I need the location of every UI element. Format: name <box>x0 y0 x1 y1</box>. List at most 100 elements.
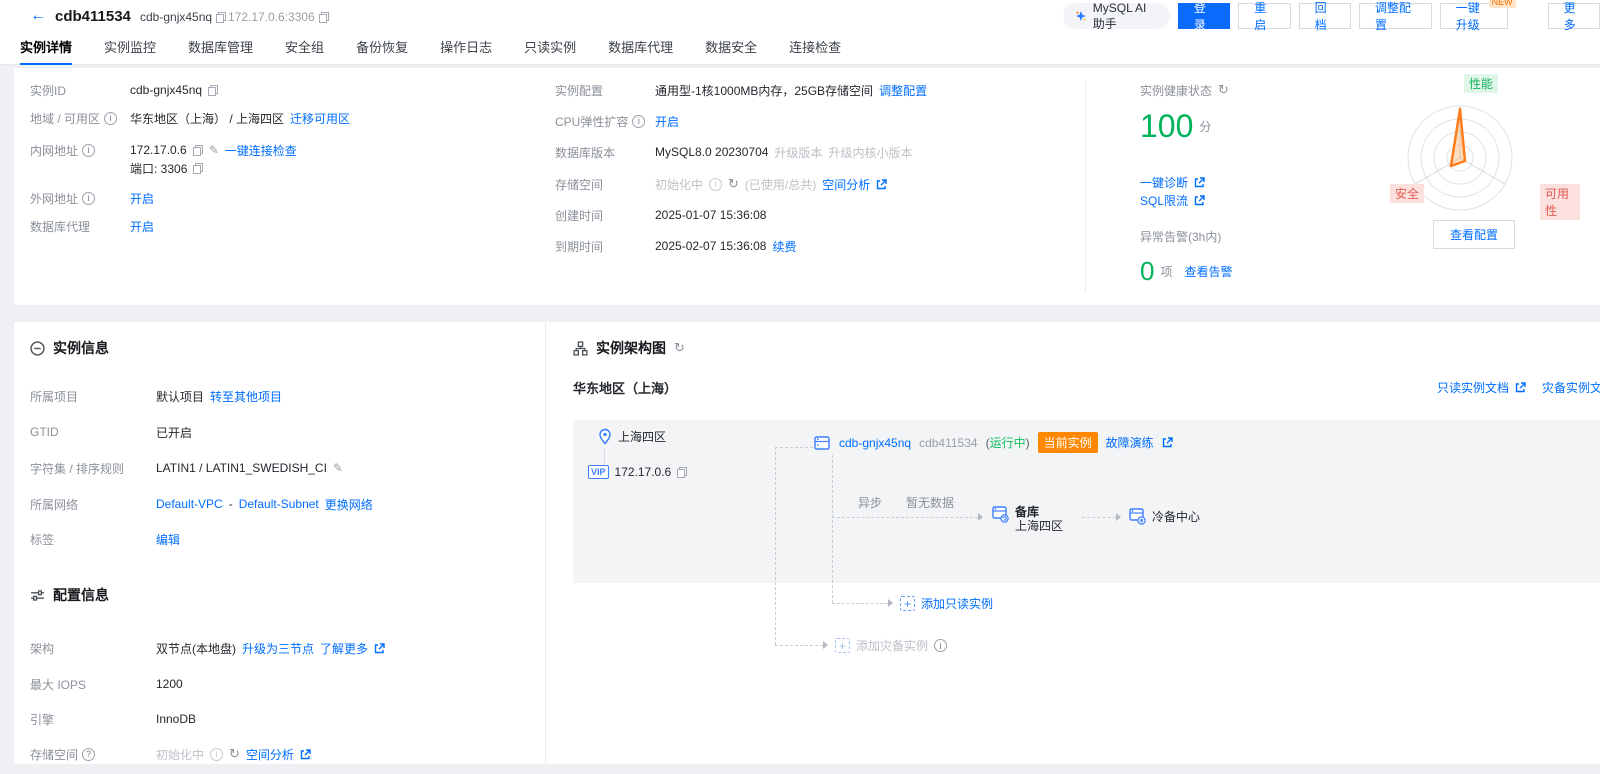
field-label: 数据库代理 <box>30 218 124 235</box>
instance-id-text: cdb-gnjx45nq <box>140 10 212 24</box>
login-button[interactable]: 登录 <box>1178 3 1230 29</box>
tab-instance-details[interactable]: 实例详情 <box>20 32 72 65</box>
fault-drill-link[interactable]: 故障演练 <box>1106 434 1154 451</box>
subnet-link[interactable]: Default-Subnet <box>239 497 319 511</box>
master-instance-name-link[interactable]: cdb-gnjx45nq <box>839 436 911 450</box>
iops-value: 1200 <box>156 677 183 691</box>
tab-database-management[interactable]: 数据库管理 <box>188 32 253 65</box>
rollback-button[interactable]: 回档 <box>1299 3 1351 29</box>
renew-link[interactable]: 续费 <box>772 238 796 255</box>
readonly-doc-link[interactable]: 只读实例文档 <box>1437 379 1509 396</box>
enable-db-proxy-link[interactable]: 开启 <box>130 218 154 235</box>
view-alarms-link[interactable]: 查看告警 <box>1184 263 1232 280</box>
info-icon[interactable]: i <box>82 144 95 157</box>
connector <box>775 447 776 645</box>
vip-address: 172.17.0.6 <box>615 465 672 479</box>
info-icon[interactable]: i <box>632 115 645 128</box>
copy-icon[interactable] <box>193 163 203 174</box>
upgrade-kernel-link[interactable]: 升级内核小版本 <box>828 144 912 161</box>
add-dr-instance-link[interactable]: 添加灾备实例 <box>856 637 928 654</box>
field-label: 最大 IOPS <box>30 676 150 693</box>
instance-info-title: 实例信息 <box>53 338 109 358</box>
connector <box>604 448 605 464</box>
ai-assistant-button[interactable]: MySQL AI助手 <box>1063 3 1170 29</box>
refresh-icon[interactable]: ↻ <box>674 342 685 354</box>
add-icon[interactable]: + <box>835 638 850 653</box>
master-instance-id: cdb411534 <box>919 436 978 450</box>
copy-icon[interactable] <box>677 467 687 478</box>
upgrade-three-node-link[interactable]: 升级为三节点 <box>242 640 314 657</box>
refresh-icon[interactable]: ↻ <box>229 748 240 760</box>
field-label: 所属网络 <box>30 496 150 513</box>
enable-public-addr-link[interactable]: 开启 <box>130 190 154 207</box>
tab-connection-check[interactable]: 连接检查 <box>789 32 841 65</box>
sync-mode-label: 异步 <box>858 494 882 511</box>
tab-readonly-instance[interactable]: 只读实例 <box>524 32 576 65</box>
header-actions: MySQL AI助手 登录 重启 回档 调整配置 一键升级 NEW 更多 <box>1063 3 1600 29</box>
edit-icon[interactable]: ✎ <box>333 461 343 475</box>
vpc-link[interactable]: Default-VPC <box>156 497 223 511</box>
one-click-diagnosis-link[interactable]: 一键诊断 <box>1140 174 1188 191</box>
tab-instance-monitor[interactable]: 实例监控 <box>104 32 156 65</box>
sql-throttle-link[interactable]: SQL限流 <box>1140 192 1188 209</box>
move-project-link[interactable]: 转至其他项目 <box>210 388 282 405</box>
tab-data-security[interactable]: 数据安全 <box>705 32 757 65</box>
tab-operation-log[interactable]: 操作日志 <box>440 32 492 65</box>
adjust-config-button[interactable]: 调整配置 <box>1359 3 1432 29</box>
copy-icon[interactable] <box>319 12 329 23</box>
health-score-unit: 分 <box>1199 118 1211 135</box>
external-link-icon <box>876 179 887 190</box>
arch-value: 双节点(本地盘) <box>156 640 236 657</box>
tab-security-group[interactable]: 安全组 <box>285 32 324 65</box>
info-icon[interactable]: i <box>82 192 95 205</box>
add-readonly-instance-link[interactable]: 添加只读实例 <box>921 595 993 612</box>
copy-icon[interactable] <box>193 145 203 156</box>
vip-badge: VIP <box>588 465 609 479</box>
copy-icon[interactable] <box>216 12 226 23</box>
zone-label: 上海四区 <box>618 428 666 445</box>
ai-assistant-label: MySQL AI助手 <box>1093 1 1158 32</box>
edit-icon[interactable]: ✎ <box>209 143 219 157</box>
standby-node-label: 备库上海四区 <box>1015 505 1063 533</box>
upgrade-version-link[interactable]: 升级版本 <box>774 144 822 161</box>
migrate-zone-link[interactable]: 迁移可用区 <box>290 110 350 127</box>
space-analysis-link[interactable]: 空间分析 <box>246 746 294 763</box>
change-network-link[interactable]: 更换网络 <box>325 496 373 513</box>
restart-button[interactable]: 重启 <box>1238 3 1290 29</box>
refresh-icon[interactable]: ↻ <box>728 178 739 190</box>
back-icon[interactable]: ← <box>30 7 46 25</box>
connector <box>832 517 978 518</box>
dr-doc-link[interactable]: 灾备实例文档 <box>1542 379 1600 396</box>
info-icon[interactable]: i <box>104 112 117 125</box>
info-icon[interactable]: i <box>934 639 947 652</box>
learn-more-link[interactable]: 了解更多 <box>320 640 368 657</box>
sync-status-label: 暂无数据 <box>906 494 954 511</box>
question-icon[interactable]: ? <box>82 748 95 761</box>
ai-sparkle-icon <box>1075 9 1087 23</box>
more-button[interactable]: 更多 <box>1548 3 1600 29</box>
refresh-icon[interactable]: ↻ <box>1218 84 1229 96</box>
tab-backup-restore[interactable]: 备份恢复 <box>356 32 408 65</box>
network-separator: - <box>229 497 233 511</box>
storage-usage-note: (已使用/总共) <box>745 176 816 193</box>
add-icon[interactable]: + <box>900 596 915 611</box>
adjust-config-link[interactable]: 调整配置 <box>879 82 927 99</box>
info-icon[interactable]: i <box>709 178 722 191</box>
tab-database-proxy[interactable]: 数据库代理 <box>608 32 673 65</box>
instance-id-header: cdb-gnjx45nq <box>140 10 226 24</box>
connection-check-link[interactable]: 一键连接检查 <box>225 142 297 159</box>
view-config-button[interactable]: 查看配置 <box>1433 220 1515 249</box>
expire-time-value: 2025-02-07 15:36:08 <box>655 239 766 253</box>
edit-tag-link[interactable]: 编辑 <box>156 531 180 548</box>
enable-cpu-elastic-link[interactable]: 开启 <box>655 113 679 130</box>
connector <box>1082 517 1116 518</box>
info-icon[interactable]: i <box>210 748 223 761</box>
radar-label-performance: 性能 <box>1464 74 1498 93</box>
overview-card: 实例ID cdb-gnjx45nq 地域 / 可用区i 华东地区（上海） / 上… <box>14 68 1600 305</box>
field-label: 标签 <box>30 531 150 548</box>
connector <box>775 447 813 448</box>
upgrade-button-wrap: 一键升级 NEW <box>1440 3 1508 29</box>
space-analysis-link[interactable]: 空间分析 <box>822 176 870 193</box>
top-bar: ← cdb411534 cdb-gnjx45nq 172.17.0.6:3306… <box>0 0 1600 32</box>
copy-icon[interactable] <box>208 85 218 96</box>
